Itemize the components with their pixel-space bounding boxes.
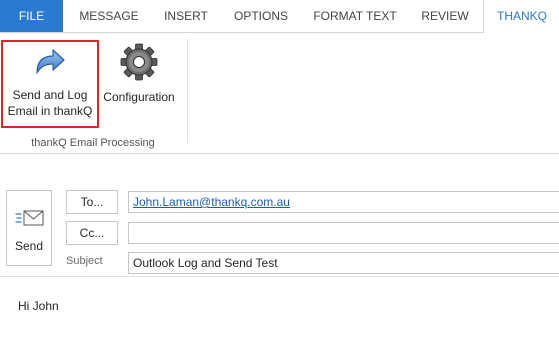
subject-field[interactable]: Outlook Log and Send Test	[128, 252, 559, 274]
tab-insert[interactable]: INSERT	[154, 0, 218, 32]
to-button[interactable]: To...	[66, 190, 118, 214]
cc-button[interactable]: Cc...	[66, 221, 118, 245]
body-divider	[0, 276, 559, 277]
group-separator	[187, 39, 188, 143]
ribbon-tab-bar: FILE MESSAGE INSERT OPTIONS FORMAT TEXT …	[0, 0, 559, 33]
tab-thankq[interactable]: THANKQ	[483, 0, 559, 33]
cc-field[interactable]	[128, 222, 559, 244]
group-label: thankQ Email Processing	[31, 137, 155, 149]
tab-message[interactable]: MESSAGE	[70, 0, 148, 32]
tab-format-text[interactable]: FORMAT TEXT	[305, 0, 405, 32]
send-envelope-icon	[15, 210, 44, 226]
ribbon-panel: Send and Log Email in thankQ Configurati…	[0, 33, 559, 154]
to-field[interactable]: John.Laman@thankq.com.au	[128, 191, 559, 213]
configuration-label: Configuration	[103, 90, 175, 104]
send-label: Send	[14, 239, 44, 253]
message-body[interactable]: Hi John	[18, 299, 59, 313]
tab-options[interactable]: OPTIONS	[224, 0, 298, 32]
gear-icon	[120, 43, 158, 81]
to-recipient[interactable]: John.Laman@thankq.com.au	[133, 195, 290, 209]
tab-review[interactable]: REVIEW	[414, 0, 476, 32]
configuration-button[interactable]: Configuration	[100, 43, 178, 113]
subject-label: Subject	[66, 255, 103, 267]
send-and-log-label-line2: Email in thankQ	[7, 104, 93, 118]
tab-file[interactable]: FILE	[0, 0, 63, 32]
send-and-log-button[interactable]: Send and Log Email in thankQ	[5, 43, 95, 127]
send-and-log-arrow-icon	[36, 49, 65, 74]
send-and-log-label-line1: Send and Log	[12, 88, 88, 102]
send-button[interactable]: Send	[6, 190, 52, 266]
